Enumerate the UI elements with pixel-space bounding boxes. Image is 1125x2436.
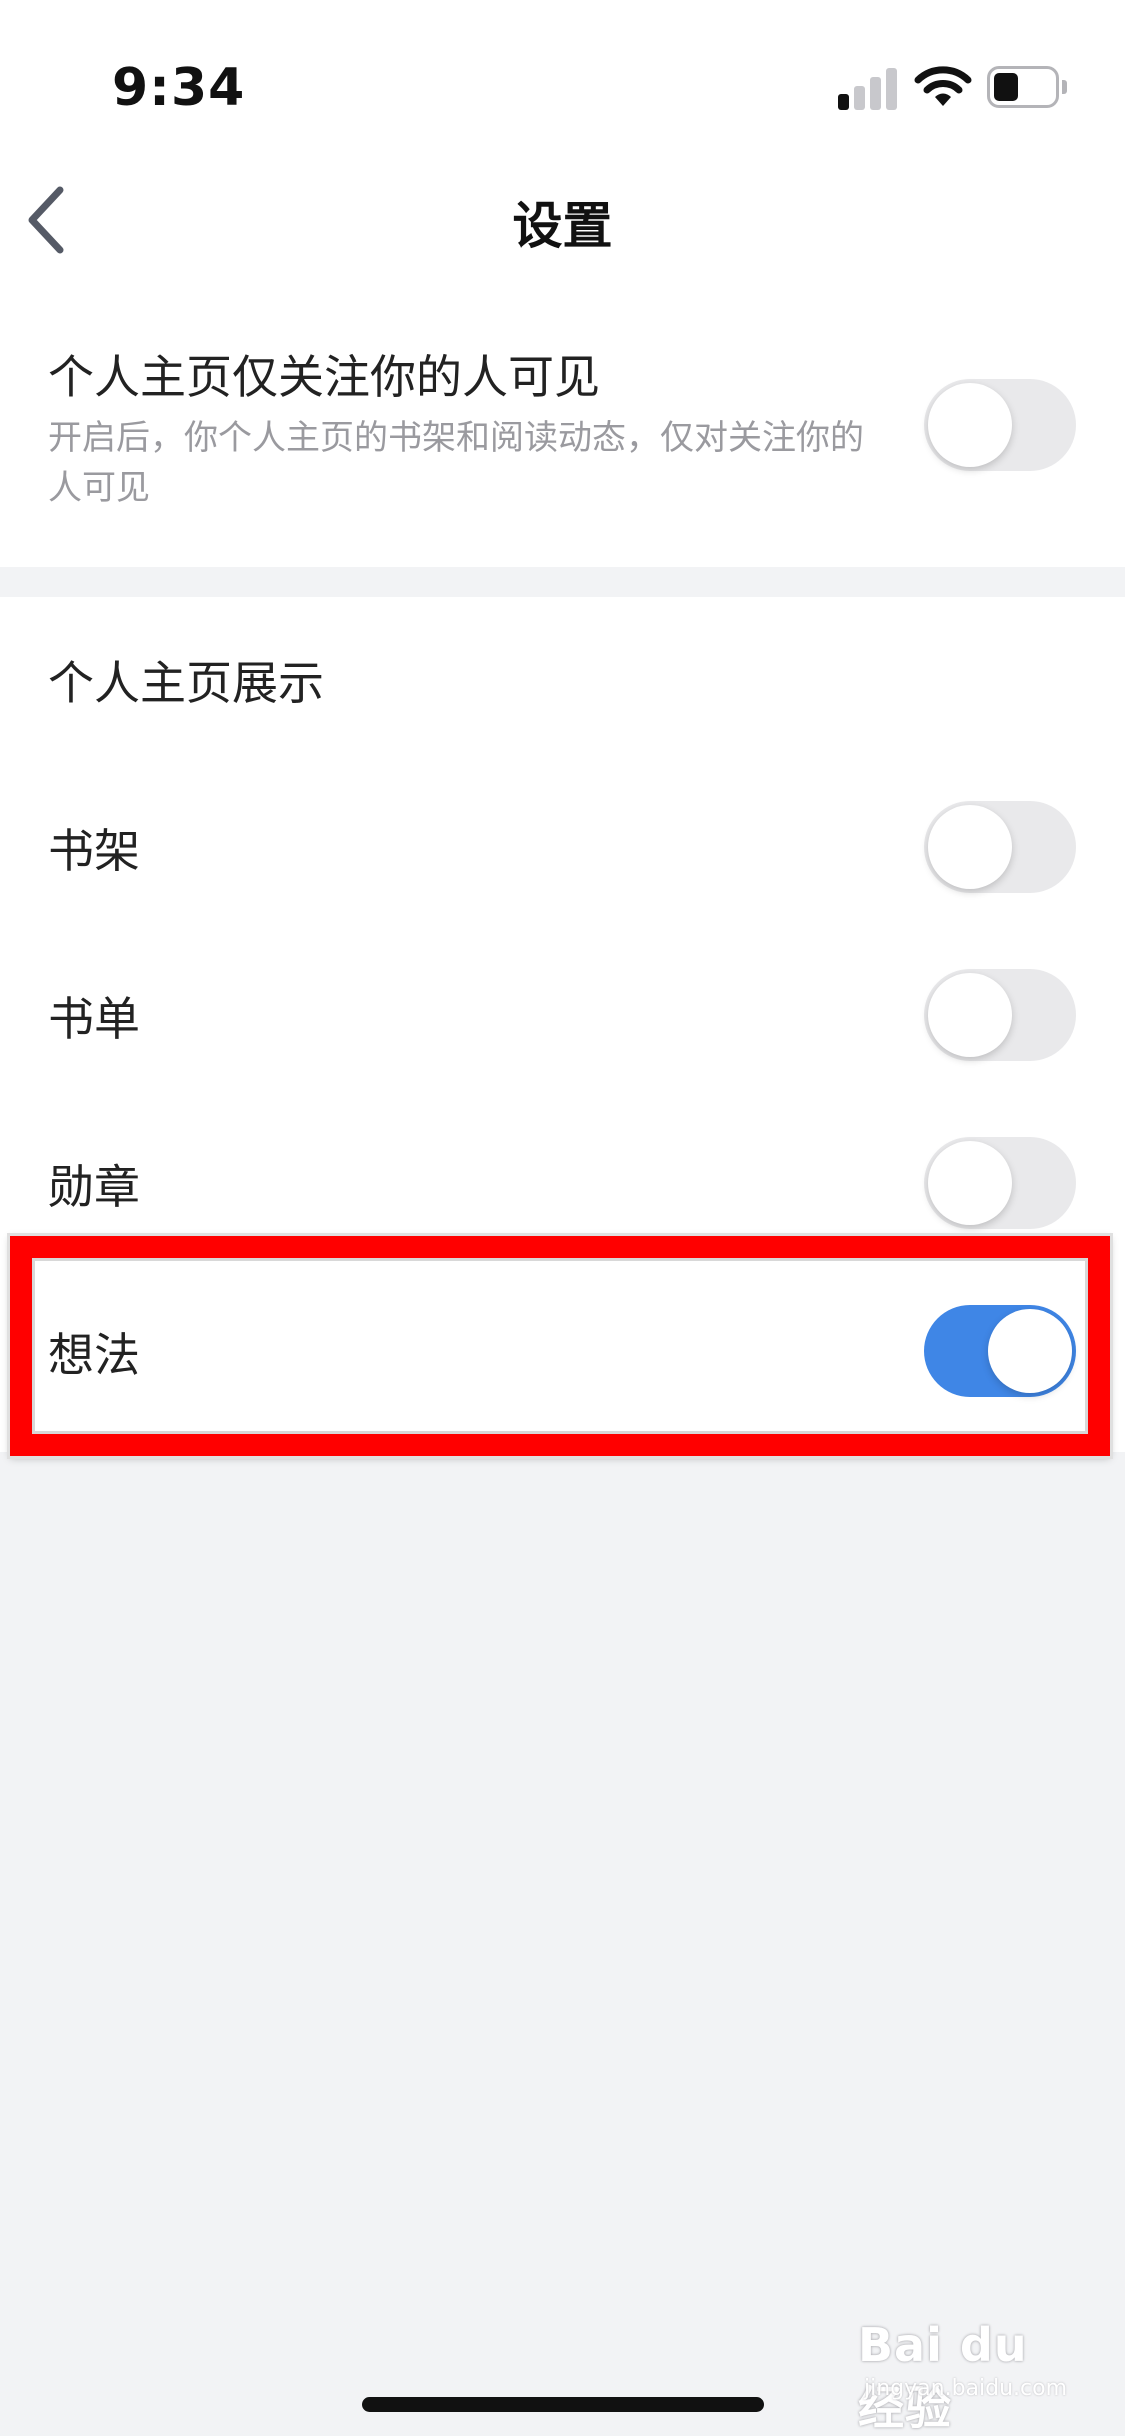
privacy-setting-row: 个人主页仅关注你的人可见 开启后，你个人主页的书架和阅读动态，仅对关注你的人可见: [0, 285, 1125, 567]
wifi-icon: [914, 66, 972, 106]
profile-display-section: 个人主页展示 书架 书单 勋章 想法: [0, 597, 1125, 1452]
setting-label: 勋章: [48, 1160, 140, 1214]
privacy-setting-title: 个人主页仅关注你的人可见: [48, 350, 600, 404]
watermark-url: jingyan.baidu.com: [864, 2376, 1068, 2401]
toggle-knob: [988, 1309, 1072, 1393]
setting-row-thoughts: 想法: [0, 1267, 1125, 1435]
page-title: 设置: [512, 197, 613, 255]
thoughts-toggle[interactable]: [924, 1305, 1076, 1397]
booklist-toggle[interactable]: [924, 969, 1076, 1061]
toggle-knob: [928, 805, 1012, 889]
setting-label: 书架: [48, 824, 140, 878]
status-bar: 9:34: [0, 0, 1125, 150]
setting-row-booklist: 书单: [0, 931, 1125, 1099]
medals-toggle[interactable]: [924, 1137, 1076, 1229]
setting-row-medals: 勋章: [0, 1099, 1125, 1267]
toggle-knob: [928, 973, 1012, 1057]
cellular-signal-icon: [838, 66, 898, 110]
baidu-jingyan-watermark: Bai du 经验 jingyan.baidu.com: [858, 2318, 1088, 2435]
toggle-knob: [928, 383, 1012, 467]
status-time: 9:34: [112, 58, 246, 118]
privacy-toggle[interactable]: [924, 379, 1076, 471]
battery-icon: [987, 66, 1067, 108]
navigation-bar: 设置: [0, 150, 1125, 285]
privacy-setting-description: 开启后，你个人主页的书架和阅读动态，仅对关注你的人可见: [48, 418, 864, 508]
bookshelf-toggle[interactable]: [924, 801, 1076, 893]
home-indicator[interactable]: [362, 2397, 764, 2412]
section-header: 个人主页展示: [48, 656, 324, 710]
setting-row-bookshelf: 书架: [0, 763, 1125, 931]
toggle-knob: [928, 1141, 1012, 1225]
settings-screen: 9:34 设置 个人主页仅关注你的人可见 开启后，你个人主页的书架和阅读动态，仅…: [0, 0, 1125, 2436]
setting-label: 书单: [48, 992, 140, 1046]
setting-label: 想法: [48, 1328, 140, 1382]
